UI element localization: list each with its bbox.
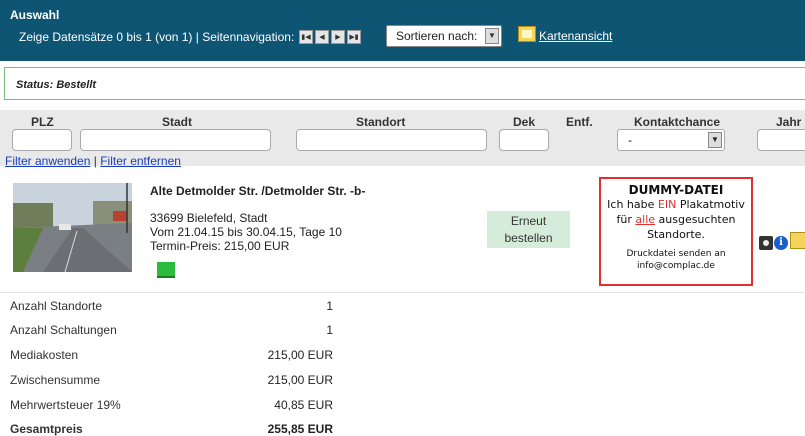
next-page-button[interactable]: ▶ bbox=[331, 30, 345, 44]
summary-label: Mediakosten bbox=[10, 348, 79, 362]
column-header-kontaktchance[interactable]: Kontaktchance bbox=[634, 115, 720, 129]
last-page-button[interactable]: ▶▮ bbox=[347, 30, 361, 44]
plz-filter-input[interactable] bbox=[12, 129, 72, 151]
status-label: Status: Bestellt bbox=[16, 79, 97, 91]
column-header-plz[interactable]: PLZ bbox=[31, 115, 54, 129]
dummy-notice-line4: Druckdatei senden an bbox=[626, 249, 726, 259]
camera-icon[interactable] bbox=[759, 236, 773, 250]
header-title: Auswahl bbox=[10, 8, 60, 22]
dummy-notice-line2: für alle ausgesuchten bbox=[601, 212, 751, 227]
summary-label: Anzahl Standorte bbox=[10, 299, 103, 313]
previous-page-button[interactable]: ◀ bbox=[315, 30, 329, 44]
first-page-button[interactable]: ▮◀ bbox=[299, 30, 313, 44]
dummy-line1-pre: Ich habe bbox=[607, 198, 658, 211]
status-box: Status: Bestellt bbox=[4, 67, 805, 100]
map-icon[interactable] bbox=[790, 232, 805, 249]
dummy-line2-pre: für bbox=[616, 213, 636, 226]
dummy-line2-post: ausgesuchten bbox=[655, 213, 736, 226]
map-icon[interactable] bbox=[518, 26, 536, 42]
reorder-button-line1: Erneut bbox=[510, 214, 547, 228]
header-bar: Auswahl Zeige Datensätze 0 bis 1 (von 1)… bbox=[0, 0, 805, 61]
stadt-filter-input[interactable] bbox=[80, 129, 271, 151]
column-header-jahr[interactable]: Jahr bbox=[776, 115, 801, 129]
summary-label: Anzahl Schaltungen bbox=[10, 323, 117, 337]
dummy-notice-line3: Standorte. bbox=[647, 228, 705, 241]
dek-filter-input[interactable] bbox=[499, 129, 549, 151]
record-period: Vom 21.04.15 bis 30.04.15, Tage 10 bbox=[150, 225, 342, 239]
filter-links: Filter anwenden | Filter entfernen bbox=[5, 154, 181, 168]
record-price: Termin-Preis: 215,00 EUR bbox=[150, 239, 290, 253]
record-title: Alte Detmolder Str. /Detmolder Str. -b- bbox=[150, 184, 366, 198]
reorder-button[interactable]: Erneut bestellen bbox=[487, 211, 570, 248]
dummy-line2-em: alle bbox=[635, 213, 656, 226]
summary-label: Mehrwertsteuer 19% bbox=[10, 398, 121, 412]
chevron-down-icon: ▼ bbox=[708, 132, 722, 148]
page-navigation: ▮◀ ◀ ▶ ▶▮ bbox=[299, 30, 361, 44]
sort-select[interactable]: Sortieren nach: ▼ bbox=[386, 25, 502, 47]
column-header-entf[interactable]: Entf. bbox=[566, 115, 593, 129]
summary-value: 40,85 EUR bbox=[274, 398, 333, 412]
dummy-line1-em: EIN bbox=[657, 198, 677, 211]
dummy-notice-email: info@complac.de bbox=[637, 261, 715, 271]
dummy-file-notice: DUMMY-DATEI Ich habe EIN Plakatmotiv für… bbox=[599, 177, 753, 286]
total-price-value: 255,85 EUR bbox=[267, 422, 333, 436]
jahr-filter-input[interactable] bbox=[757, 129, 805, 151]
record-city: 33699 Bielefeld, Stadt bbox=[150, 211, 268, 225]
summary-value: 1 bbox=[326, 299, 333, 313]
standort-filter-input[interactable] bbox=[296, 129, 487, 151]
kontaktchance-value: - bbox=[628, 133, 632, 147]
records-info: Zeige Datensätze 0 bis 1 (von 1) | Seite… bbox=[19, 30, 295, 44]
column-header-stadt[interactable]: Stadt bbox=[162, 115, 192, 129]
map-view-link[interactable]: Kartenansicht bbox=[539, 29, 612, 43]
dummy-notice-title: DUMMY-DATEI bbox=[628, 183, 724, 197]
column-header-standort[interactable]: Standort bbox=[356, 115, 405, 129]
column-header-dek[interactable]: Dek bbox=[513, 115, 535, 129]
location-photo[interactable] bbox=[13, 183, 132, 272]
filter-link-separator: | bbox=[93, 154, 97, 168]
sort-select-label: Sortieren nach: bbox=[396, 29, 478, 43]
kontaktchance-select[interactable]: - ▼ bbox=[617, 129, 725, 151]
remove-filter-link[interactable]: Filter entfernen bbox=[100, 154, 181, 168]
summary-value: 215,00 EUR bbox=[267, 348, 333, 362]
summary-label: Zwischensumme bbox=[10, 373, 101, 387]
section-divider bbox=[0, 292, 805, 293]
summary-value: 215,00 EUR bbox=[267, 373, 333, 387]
dummy-notice-line1: Ich habe EIN Plakatmotiv bbox=[601, 197, 751, 212]
dummy-line1-post: Plakatmotiv bbox=[676, 198, 745, 211]
reorder-button-line2: bestellen bbox=[504, 231, 553, 245]
apply-filter-link[interactable]: Filter anwenden bbox=[5, 154, 90, 168]
total-price-label: Gesamtpreis bbox=[10, 422, 83, 436]
info-icon[interactable]: i bbox=[774, 236, 788, 250]
chevron-down-icon: ▼ bbox=[485, 28, 499, 44]
summary-value: 1 bbox=[326, 323, 333, 337]
status-flag-icon bbox=[157, 262, 175, 278]
